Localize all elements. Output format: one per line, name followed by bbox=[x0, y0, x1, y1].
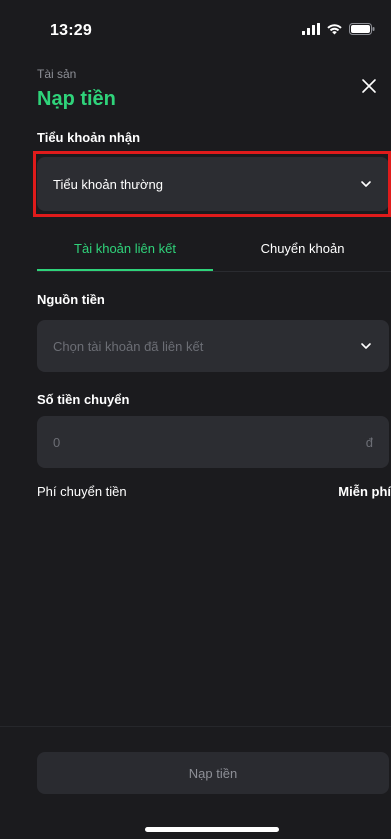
breadcrumb[interactable]: Tài sản bbox=[37, 67, 76, 81]
battery-icon bbox=[349, 23, 375, 35]
close-icon[interactable] bbox=[359, 76, 379, 96]
bottom-divider bbox=[0, 726, 391, 727]
source-label: Nguồn tiền bbox=[37, 292, 105, 307]
receive-account-label: Tiểu khoản nhận bbox=[37, 130, 141, 145]
chevron-down-icon bbox=[361, 181, 371, 187]
fee-label: Phí chuyển tiền bbox=[37, 484, 127, 499]
receive-account-select[interactable]: Tiểu khoản thường bbox=[37, 157, 389, 211]
amount-placeholder: 0 bbox=[53, 434, 61, 450]
tab-transfer[interactable]: Chuyển khoản bbox=[214, 241, 391, 256]
status-icons bbox=[302, 23, 375, 35]
chevron-down-icon bbox=[361, 343, 371, 349]
receive-account-value: Tiểu khoản thường bbox=[53, 176, 163, 192]
deposit-button[interactable]: Nạp tiền bbox=[37, 752, 389, 794]
wifi-icon bbox=[327, 24, 342, 35]
tab-divider bbox=[37, 271, 391, 272]
status-time: 13:29 bbox=[50, 22, 92, 39]
currency-symbol: đ bbox=[365, 434, 373, 450]
tab-active-indicator bbox=[37, 269, 213, 271]
cellular-signal-icon bbox=[302, 23, 320, 35]
source-placeholder: Chọn tài khoản đã liên kết bbox=[53, 338, 204, 354]
tab-linked-account[interactable]: Tài khoản liên kết bbox=[37, 241, 213, 256]
fee-value: Miễn phí bbox=[338, 484, 391, 499]
amount-label: Số tiền chuyển bbox=[37, 392, 130, 407]
home-indicator bbox=[145, 827, 279, 832]
amount-input[interactable]: 0 đ bbox=[37, 416, 389, 468]
page-title: Nạp tiền bbox=[37, 88, 116, 110]
source-select[interactable]: Chọn tài khoản đã liên kết bbox=[37, 320, 389, 372]
